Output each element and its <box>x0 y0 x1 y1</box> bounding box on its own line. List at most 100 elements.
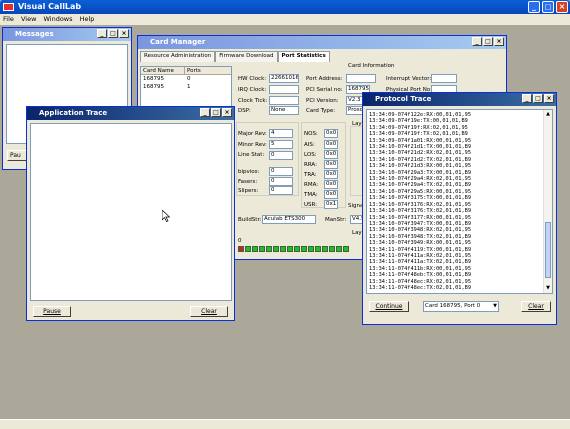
table-row[interactable]: 168795 1 <box>141 83 231 91</box>
channel-led <box>322 246 328 252</box>
tma-label: TMA: <box>304 192 318 198</box>
close-icon[interactable]: × <box>544 94 554 103</box>
tab-firmware-download[interactable]: Firmware Download <box>215 51 278 62</box>
status-bar <box>0 419 570 429</box>
pci-serial-label: PCI Serial no: <box>306 87 343 93</box>
messages-title-bar: Messages _ □ × <box>3 28 131 41</box>
channel-led <box>308 246 314 252</box>
clear-label: Clear <box>201 308 217 315</box>
minimize-icon[interactable]: _ <box>522 94 532 103</box>
app-trace-list[interactable] <box>30 123 232 301</box>
menu-file[interactable]: File <box>3 15 14 23</box>
close-icon[interactable]: × <box>119 29 129 38</box>
minimize-icon[interactable]: _ <box>472 37 482 46</box>
channel-led <box>252 246 258 252</box>
rra-field[interactable]: 0x0 <box>324 160 338 169</box>
card-type-label: Card Type: <box>306 108 336 114</box>
channel-leds <box>238 246 366 254</box>
app-title-bar: Visual CallLab _ □ × <box>0 0 570 14</box>
cell-ports: 0 <box>187 76 191 82</box>
tra-label: TRA: <box>304 172 317 178</box>
protocol-continue-button[interactable]: Continue <box>369 301 409 312</box>
cell-card-name: 168795 <box>143 84 164 90</box>
los-label: LOS: <box>304 152 317 158</box>
scroll-up-icon[interactable]: ▲ <box>544 110 552 119</box>
maximize-icon[interactable]: □ <box>211 108 221 117</box>
port-address-field[interactable] <box>346 74 376 83</box>
irq-clock-field[interactable] <box>269 85 299 94</box>
trace-scrollbar[interactable]: ▲ ▼ <box>543 110 552 293</box>
fasers-field[interactable]: 0 <box>269 177 293 186</box>
col-card-name[interactable]: Card Name <box>141 67 185 74</box>
messages-title: Messages <box>15 30 54 38</box>
port-select[interactable]: Card 168795, Port 0 ▼ <box>423 301 499 312</box>
menu-help[interactable]: Help <box>80 15 95 23</box>
close-icon[interactable]: × <box>556 1 568 13</box>
minor-rev-field[interactable]: 5 <box>269 140 293 149</box>
minor-rev-label: Minor Rev: <box>238 142 267 148</box>
tra-field[interactable]: 0x0 <box>324 170 338 179</box>
slipers-label: Slipers: <box>238 188 259 194</box>
bipvios-field[interactable]: 0 <box>269 167 293 176</box>
channel-led-active <box>238 246 244 252</box>
protocol-clear-button[interactable]: Clear <box>521 301 551 312</box>
scroll-thumb[interactable] <box>545 222 551 278</box>
application-trace-window: Application Trace _ □ × Pause Clear <box>26 106 235 321</box>
build-str-field[interactable]: Aculab ETS300 <box>262 215 316 224</box>
minimize-icon[interactable]: _ <box>97 29 107 38</box>
los-field[interactable]: 0x0 <box>324 150 338 159</box>
hw-clock-label: HW Clock: <box>238 76 267 82</box>
protocol-trace-title-bar: Protocol Trace _ □ × <box>363 93 556 106</box>
menu-view[interactable]: View <box>21 15 36 23</box>
continue-label: Continue <box>375 303 403 310</box>
usr-field[interactable]: 0x1 <box>324 200 338 209</box>
app-trace-title: Application Trace <box>39 109 108 117</box>
protocol-trace-title: Protocol Trace <box>375 95 432 103</box>
dsp-label: DSP: <box>238 108 251 114</box>
close-icon[interactable]: × <box>494 37 504 46</box>
ais-field[interactable]: 0x0 <box>324 140 338 149</box>
tab-port-statistics[interactable]: Port Statistics <box>277 51 330 62</box>
card-manager-title: Card Manager <box>150 38 206 46</box>
menu-windows[interactable]: Windows <box>43 15 72 23</box>
maximize-icon[interactable]: □ <box>533 94 543 103</box>
tab-resource-admin[interactable]: Resource Administration <box>140 51 216 62</box>
slipers-field[interactable]: 0 <box>269 186 293 195</box>
app-trace-title-bar: Application Trace _ □ × <box>27 107 234 120</box>
channel-led <box>315 246 321 252</box>
interrupt-vector-field[interactable] <box>431 74 457 83</box>
table-row[interactable]: 168795 0 <box>141 75 231 83</box>
rma-field[interactable]: 0x0 <box>324 180 338 189</box>
nos-field[interactable]: 0x0 <box>324 129 338 138</box>
app-icon <box>3 3 14 11</box>
scroll-down-icon[interactable]: ▼ <box>544 284 552 293</box>
channel-led <box>245 246 251 252</box>
clock-tick-field[interactable] <box>269 96 299 105</box>
channel-led <box>266 246 272 252</box>
cell-card-name: 168795 <box>143 76 164 82</box>
hw-clock-field[interactable]: 22661016 <box>269 74 299 83</box>
maximize-icon[interactable]: □ <box>108 29 118 38</box>
major-rev-field[interactable]: 4 <box>269 129 293 138</box>
app-trace-clear-button[interactable]: Clear <box>190 306 228 317</box>
minimize-icon[interactable]: _ <box>200 108 210 117</box>
port-address-label: Port Address: <box>306 76 343 82</box>
protocol-trace-list[interactable]: 13:34:09-074f122e:RX:00,01,01,95 13:34:09… <box>366 109 553 294</box>
channel-led <box>336 246 342 252</box>
col-ports[interactable]: Ports <box>185 67 201 74</box>
close-icon[interactable]: × <box>222 108 232 117</box>
line-stat-label: Line Stat: <box>238 152 265 158</box>
mouse-cursor-icon <box>162 210 170 222</box>
maximize-icon[interactable]: □ <box>483 37 493 46</box>
channel-led <box>273 246 279 252</box>
tma-field[interactable]: 0x0 <box>324 190 338 199</box>
line-stat-field[interactable]: 0 <box>269 151 293 160</box>
maximize-icon[interactable]: □ <box>542 1 554 13</box>
channel-led <box>287 246 293 252</box>
minimize-icon[interactable]: _ <box>528 1 540 13</box>
irq-clock-label: IRQ Clock: <box>238 87 267 93</box>
app-trace-pause-button[interactable]: Pause <box>33 306 71 317</box>
channel-led <box>280 246 286 252</box>
dsp-field[interactable]: None <box>269 106 299 115</box>
fasers-label: Fasers: <box>238 179 258 185</box>
